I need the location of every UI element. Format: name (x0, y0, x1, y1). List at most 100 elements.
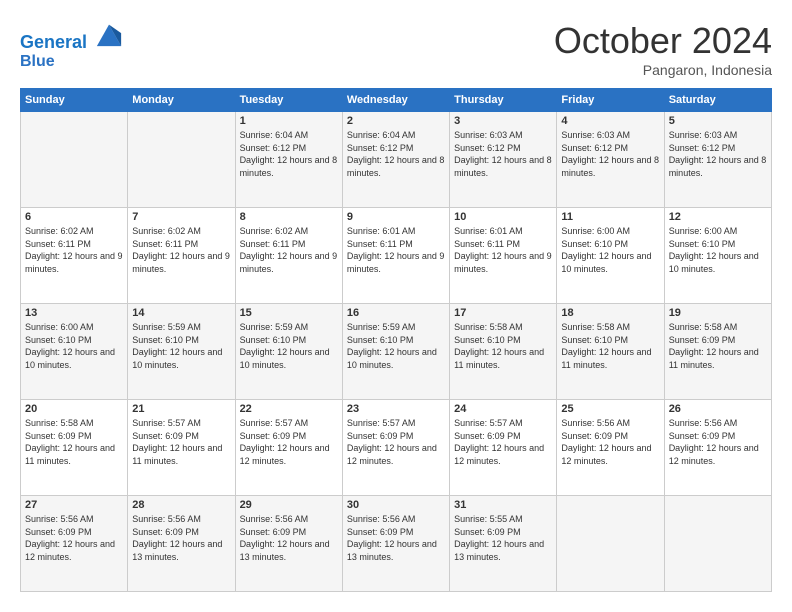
day-header-wednesday: Wednesday (342, 89, 449, 112)
calendar-cell: 12 Sunrise: 6:00 AM Sunset: 6:10 PM Dayli… (664, 208, 771, 304)
calendar-week-1: 1 Sunrise: 6:04 AM Sunset: 6:12 PM Daylig… (21, 112, 772, 208)
day-info: Sunrise: 5:58 AM Sunset: 6:10 PM Dayligh… (561, 321, 659, 371)
day-info: Sunrise: 5:56 AM Sunset: 6:09 PM Dayligh… (240, 513, 338, 563)
day-number: 28 (132, 499, 230, 511)
day-info: Sunrise: 5:57 AM Sunset: 6:09 PM Dayligh… (132, 417, 230, 467)
day-info: Sunrise: 5:59 AM Sunset: 6:10 PM Dayligh… (132, 321, 230, 371)
day-info: Sunrise: 6:02 AM Sunset: 6:11 PM Dayligh… (25, 225, 123, 275)
day-header-tuesday: Tuesday (235, 89, 342, 112)
day-number: 12 (669, 211, 767, 223)
day-info: Sunrise: 5:59 AM Sunset: 6:10 PM Dayligh… (347, 321, 445, 371)
day-number: 7 (132, 211, 230, 223)
calendar-cell: 25 Sunrise: 5:56 AM Sunset: 6:09 PM Dayli… (557, 400, 664, 496)
calendar-cell: 29 Sunrise: 5:56 AM Sunset: 6:09 PM Dayli… (235, 496, 342, 592)
day-info: Sunrise: 5:58 AM Sunset: 6:09 PM Dayligh… (25, 417, 123, 467)
day-info: Sunrise: 6:04 AM Sunset: 6:12 PM Dayligh… (347, 129, 445, 179)
day-info: Sunrise: 5:56 AM Sunset: 6:09 PM Dayligh… (132, 513, 230, 563)
day-info: Sunrise: 5:57 AM Sunset: 6:09 PM Dayligh… (454, 417, 552, 467)
calendar-cell: 4 Sunrise: 6:03 AM Sunset: 6:12 PM Daylig… (557, 112, 664, 208)
day-number: 13 (25, 307, 123, 319)
day-info: Sunrise: 5:55 AM Sunset: 6:09 PM Dayligh… (454, 513, 552, 563)
day-number: 29 (240, 499, 338, 511)
calendar-cell: 30Sunrise: 5:56 AM Sunset: 6:09 PM Dayli… (342, 496, 449, 592)
day-number: 11 (561, 211, 659, 223)
day-info: Sunrise: 6:00 AM Sunset: 6:10 PM Dayligh… (669, 225, 767, 275)
day-info: Sunrise: 6:00 AM Sunset: 6:10 PM Dayligh… (561, 225, 659, 275)
day-number: 22 (240, 403, 338, 415)
calendar-cell: 31 Sunrise: 5:55 AM Sunset: 6:09 PM Dayli… (450, 496, 557, 592)
calendar-table: SundayMondayTuesdayWednesdayThursdayFrid… (20, 88, 772, 592)
day-number: 23 (347, 403, 445, 415)
day-info: Sunrise: 6:00 AM Sunset: 6:10 PM Dayligh… (25, 321, 123, 371)
calendar-cell: 1 Sunrise: 6:04 AM Sunset: 6:12 PM Daylig… (235, 112, 342, 208)
day-number: 31 (454, 499, 552, 511)
day-info: Sunrise: 6:01 AM Sunset: 6:11 PM Dayligh… (454, 225, 552, 275)
day-info: Sunrise: 6:01 AM Sunset: 6:11 PM Dayligh… (347, 225, 445, 275)
day-number: 24 (454, 403, 552, 415)
day-number: 16 (347, 307, 445, 319)
day-number: 4 (561, 115, 659, 127)
calendar-cell: 2Sunrise: 6:04 AM Sunset: 6:12 PM Daylig… (342, 112, 449, 208)
logo-icon (95, 20, 123, 48)
day-info: Sunrise: 5:56 AM Sunset: 6:09 PM Dayligh… (669, 417, 767, 467)
day-header-friday: Friday (557, 89, 664, 112)
day-info: Sunrise: 6:03 AM Sunset: 6:12 PM Dayligh… (561, 129, 659, 179)
calendar-cell (21, 112, 128, 208)
calendar-cell (664, 496, 771, 592)
day-number: 10 (454, 211, 552, 223)
calendar-cell (128, 112, 235, 208)
day-info: Sunrise: 5:57 AM Sunset: 6:09 PM Dayligh… (240, 417, 338, 467)
day-number: 15 (240, 307, 338, 319)
day-info: Sunrise: 6:04 AM Sunset: 6:12 PM Dayligh… (240, 129, 338, 179)
calendar-cell: 23Sunrise: 5:57 AM Sunset: 6:09 PM Dayli… (342, 400, 449, 496)
day-info: Sunrise: 5:56 AM Sunset: 6:09 PM Dayligh… (561, 417, 659, 467)
day-info: Sunrise: 6:03 AM Sunset: 6:12 PM Dayligh… (454, 129, 552, 179)
location: Pangaron, Indonesia (554, 62, 772, 78)
calendar-cell: 19Sunrise: 5:58 AM Sunset: 6:09 PM Dayli… (664, 304, 771, 400)
calendar-header-row: SundayMondayTuesdayWednesdayThursdayFrid… (21, 89, 772, 112)
day-info: Sunrise: 6:03 AM Sunset: 6:12 PM Dayligh… (669, 129, 767, 179)
calendar-cell: 16 Sunrise: 5:59 AM Sunset: 6:10 PM Dayli… (342, 304, 449, 400)
calendar-cell: 17 Sunrise: 5:58 AM Sunset: 6:10 PM Dayli… (450, 304, 557, 400)
calendar-cell: 21 Sunrise: 5:57 AM Sunset: 6:09 PM Dayli… (128, 400, 235, 496)
day-number: 8 (240, 211, 338, 223)
calendar-cell: 9Sunrise: 6:01 AM Sunset: 6:11 PM Daylig… (342, 208, 449, 304)
day-number: 26 (669, 403, 767, 415)
calendar-cell: 26 Sunrise: 5:56 AM Sunset: 6:09 PM Dayli… (664, 400, 771, 496)
calendar-cell: 11 Sunrise: 6:00 AM Sunset: 6:10 PM Dayli… (557, 208, 664, 304)
calendar-cell: 10 Sunrise: 6:01 AM Sunset: 6:11 PM Dayli… (450, 208, 557, 304)
day-number: 20 (25, 403, 123, 415)
day-number: 1 (240, 115, 338, 127)
logo-text: General (20, 20, 123, 53)
day-number: 25 (561, 403, 659, 415)
day-header-monday: Monday (128, 89, 235, 112)
day-number: 6 (25, 211, 123, 223)
calendar-cell: 24 Sunrise: 5:57 AM Sunset: 6:09 PM Dayli… (450, 400, 557, 496)
day-number: 21 (132, 403, 230, 415)
calendar-cell: 28 Sunrise: 5:56 AM Sunset: 6:09 PM Dayli… (128, 496, 235, 592)
logo: General Blue (20, 20, 123, 70)
logo-blue: Blue (20, 53, 123, 71)
day-number: 14 (132, 307, 230, 319)
calendar-cell: 22 Sunrise: 5:57 AM Sunset: 6:09 PM Dayli… (235, 400, 342, 496)
calendar-week-4: 20 Sunrise: 5:58 AM Sunset: 6:09 PM Dayli… (21, 400, 772, 496)
day-info: Sunrise: 5:58 AM Sunset: 6:10 PM Dayligh… (454, 321, 552, 371)
day-header-thursday: Thursday (450, 89, 557, 112)
calendar-cell: 14 Sunrise: 5:59 AM Sunset: 6:10 PM Dayli… (128, 304, 235, 400)
header: General Blue October 2024 Pangaron, Indo… (20, 20, 772, 78)
day-header-saturday: Saturday (664, 89, 771, 112)
calendar-cell: 5Sunrise: 6:03 AM Sunset: 6:12 PM Daylig… (664, 112, 771, 208)
calendar-cell: 6 Sunrise: 6:02 AM Sunset: 6:11 PM Daylig… (21, 208, 128, 304)
day-info: Sunrise: 6:02 AM Sunset: 6:11 PM Dayligh… (132, 225, 230, 275)
calendar-cell (557, 496, 664, 592)
calendar-cell: 8Sunrise: 6:02 AM Sunset: 6:11 PM Daylig… (235, 208, 342, 304)
day-number: 17 (454, 307, 552, 319)
calendar-cell: 18Sunrise: 5:58 AM Sunset: 6:10 PM Dayli… (557, 304, 664, 400)
calendar-cell: 15Sunrise: 5:59 AM Sunset: 6:10 PM Dayli… (235, 304, 342, 400)
day-info: Sunrise: 5:56 AM Sunset: 6:09 PM Dayligh… (347, 513, 445, 563)
day-number: 3 (454, 115, 552, 127)
page: General Blue October 2024 Pangaron, Indo… (0, 0, 792, 612)
calendar-cell: 3 Sunrise: 6:03 AM Sunset: 6:12 PM Daylig… (450, 112, 557, 208)
day-info: Sunrise: 5:56 AM Sunset: 6:09 PM Dayligh… (25, 513, 123, 563)
day-number: 27 (25, 499, 123, 511)
